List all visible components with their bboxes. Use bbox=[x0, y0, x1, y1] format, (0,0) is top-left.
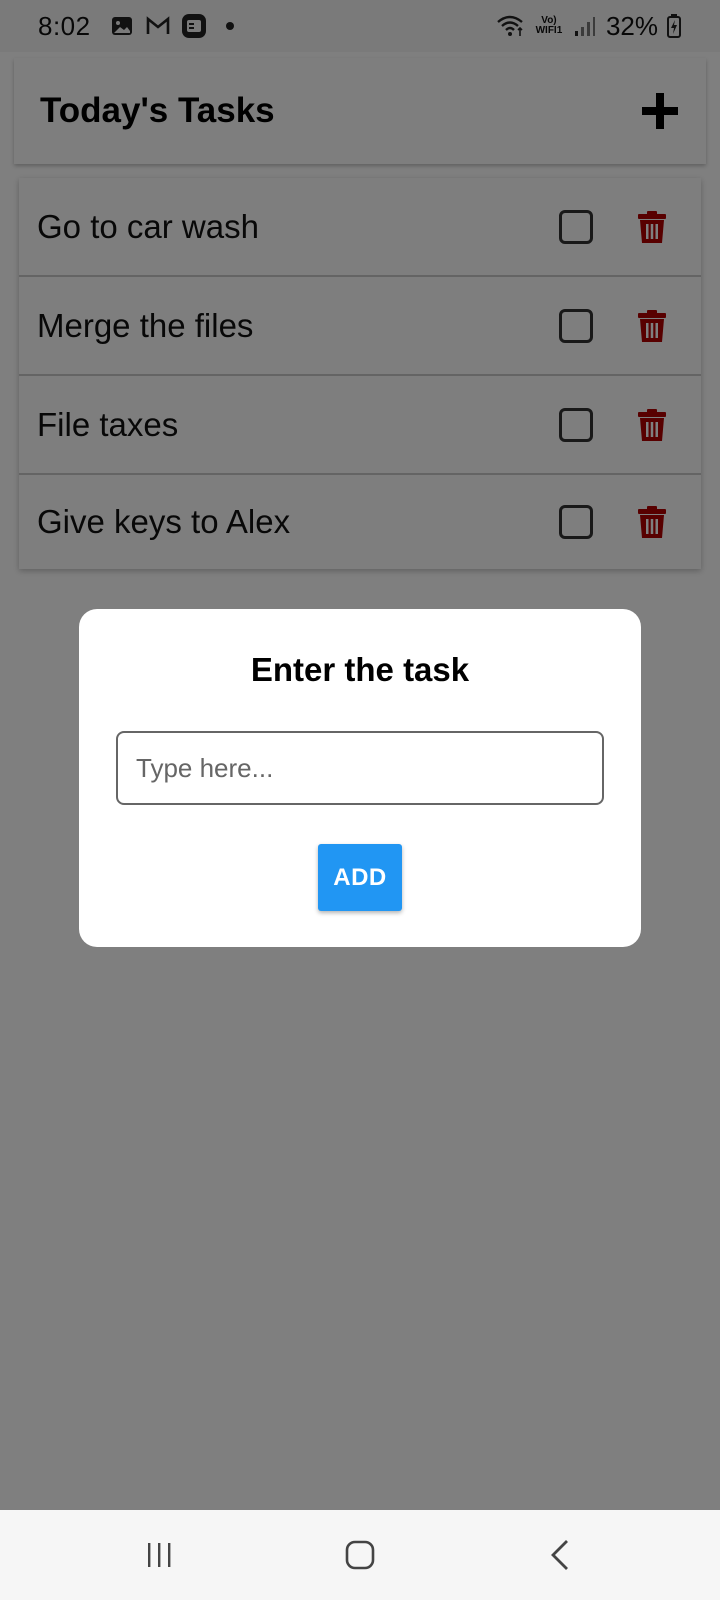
back-icon[interactable] bbox=[530, 1525, 590, 1585]
task-input[interactable] bbox=[116, 731, 604, 805]
home-icon[interactable] bbox=[330, 1525, 390, 1585]
dialog-title: Enter the task bbox=[250, 651, 470, 688]
add-button[interactable]: ADD bbox=[318, 844, 402, 911]
recent-apps-icon[interactable] bbox=[130, 1525, 190, 1585]
add-task-dialog: Enter the task ADD bbox=[79, 609, 641, 947]
nav-bar bbox=[0, 1510, 720, 1600]
